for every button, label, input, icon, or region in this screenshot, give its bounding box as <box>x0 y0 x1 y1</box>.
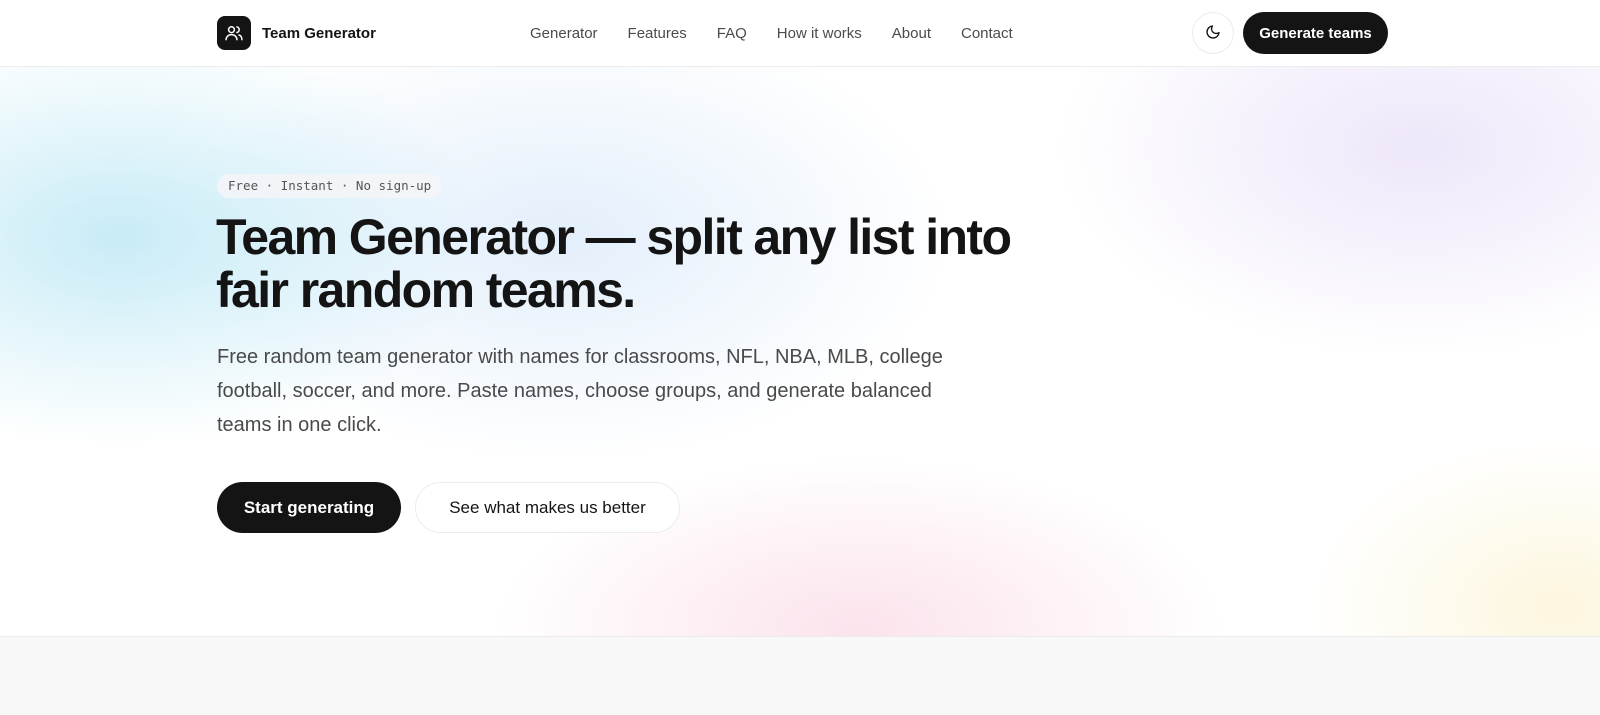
main-nav: Generator Features FAQ How it works Abou… <box>530 24 1043 44</box>
hero-headline: Team Generator — split any list into fai… <box>216 209 1012 318</box>
hero-description: Free random team generator with names fo… <box>217 346 943 436</box>
moon-icon <box>1205 24 1221 43</box>
hero-section: Free · Instant · No sign-up Team Generat… <box>0 67 1600 637</box>
nav-item-generator[interactable]: Generator <box>530 24 598 44</box>
start-generating-button[interactable]: Start generating <box>217 482 401 533</box>
see-features-button[interactable]: See what makes us better <box>415 482 680 533</box>
nav-item-how-it-works[interactable]: How it works <box>777 24 862 44</box>
brand-name: Team Generator <box>262 24 376 42</box>
nav-item-features[interactable]: Features <box>628 24 687 44</box>
users-icon <box>217 16 251 50</box>
theme-toggle-button[interactable] <box>1192 12 1234 54</box>
nav-item-contact[interactable]: Contact <box>961 24 1013 44</box>
hero-tagline-pill: Free · Instant · No sign-up <box>217 174 443 198</box>
brand[interactable]: Team Generator <box>217 16 376 50</box>
generate-teams-button[interactable]: Generate teams <box>1243 12 1388 54</box>
next-section <box>0 637 1600 715</box>
nav-item-faq[interactable]: FAQ <box>717 24 747 44</box>
nav-item-about[interactable]: About <box>892 24 931 44</box>
site-header: Team Generator Generator Features FAQ Ho… <box>0 0 1600 67</box>
